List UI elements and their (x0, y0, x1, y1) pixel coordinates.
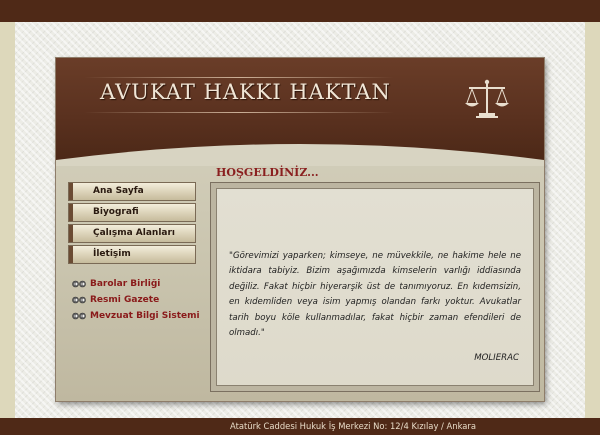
site-header: AVUKAT HAKKI HAKTAN (56, 58, 544, 166)
nav-item-iletisim[interactable]: İletişim (68, 245, 196, 264)
content-box: "Görevimizi yaparken; kimseye, ne müvekk… (210, 182, 540, 392)
right-side-strip (585, 22, 600, 418)
quote-text: "Görevimizi yaparken; kimseye, ne müvekk… (229, 251, 521, 339)
nav-item-label: Biyografi (93, 207, 139, 217)
main-navigation: Ana Sayfa Biyografi Çalışma Alanları İle… (68, 182, 196, 266)
link-mevzuat-bilgi-sistemi[interactable]: Mevzuat Bilgi Sistemi (72, 308, 212, 324)
footer-bar: Atatürk Caddesi Hukuk İş Merkezi No: 12/… (0, 418, 600, 435)
nav-item-ana-sayfa[interactable]: Ana Sayfa (68, 182, 196, 201)
link-label: Resmi Gazete (90, 295, 160, 305)
main-panel: AVUKAT HAKKI HAKTAN HOŞGELDİNİZ... Ana S… (56, 58, 544, 401)
left-side-strip (0, 22, 15, 418)
top-bar (0, 0, 600, 22)
link-label: Barolar Birliği (90, 279, 161, 289)
arrow-links-icon (72, 280, 86, 287)
header-line-bottom (84, 112, 394, 113)
link-barolar-birligi[interactable]: Barolar Birliği (72, 276, 212, 292)
welcome-heading: HOŞGELDİNİZ... (216, 166, 319, 179)
header-line-top (84, 77, 394, 78)
nav-item-calisma-alanlari[interactable]: Çalışma Alanları (68, 224, 196, 243)
nav-item-biyografi[interactable]: Biyografi (68, 203, 196, 222)
scales-of-justice-icon (465, 79, 509, 118)
link-label: Mevzuat Bilgi Sistemi (90, 311, 200, 321)
content-inner: "Görevimizi yaparken; kimseye, ne müvekk… (216, 188, 534, 386)
external-links: Barolar Birliği Resmi Gazete Mevzuat Bil… (72, 276, 212, 324)
arrow-links-icon (72, 296, 86, 303)
nav-item-label: Ana Sayfa (93, 186, 144, 196)
nav-item-label: Çalışma Alanları (93, 228, 176, 238)
footer-address: Atatürk Caddesi Hukuk İş Merkezi No: 12/… (230, 421, 476, 431)
quote-author: MOLIERAC (474, 353, 519, 363)
arrow-links-icon (72, 312, 86, 319)
header-curve (56, 144, 544, 166)
site-title: AVUKAT HAKKI HAKTAN (100, 80, 391, 104)
nav-item-label: İletişim (93, 249, 131, 259)
link-resmi-gazete[interactable]: Resmi Gazete (72, 292, 212, 308)
